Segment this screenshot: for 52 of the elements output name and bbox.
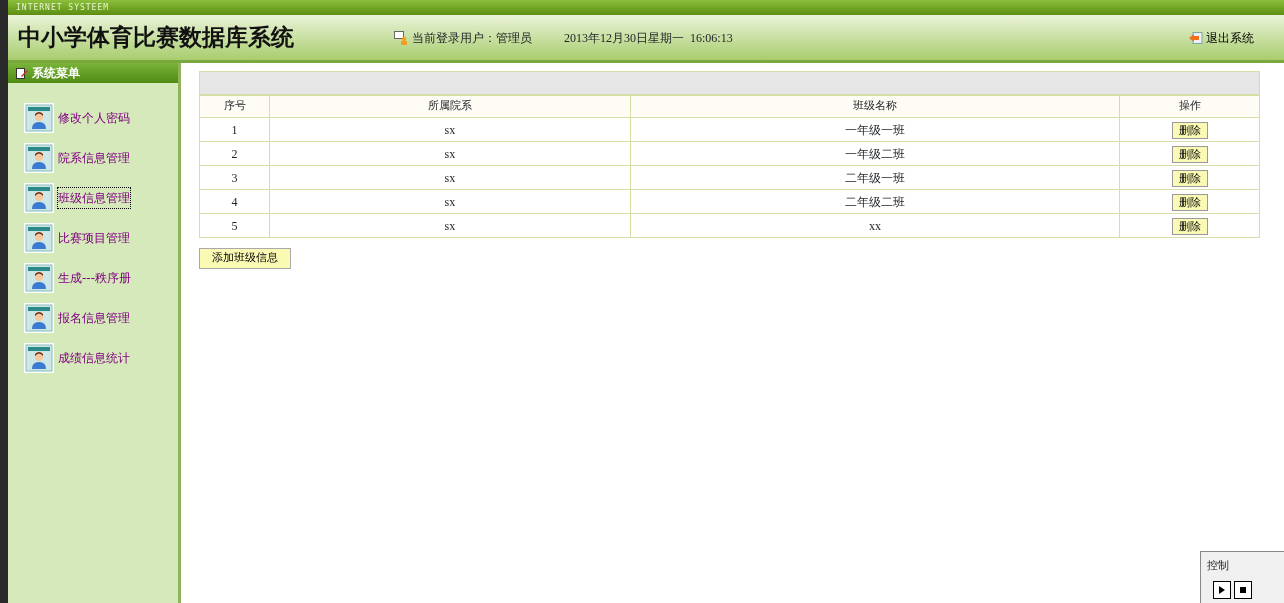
column-header: 所属院系 <box>269 95 631 118</box>
user-card-icon <box>24 143 54 173</box>
stop-icon <box>1239 585 1247 594</box>
logout-link[interactable]: 退出系统 <box>1189 28 1254 47</box>
table-cell: sx <box>269 213 631 238</box>
top-strip-label: INTERNET SYSTEEM <box>8 0 1284 15</box>
sidebar-menu-link[interactable]: 生成---秩序册 <box>24 263 178 293</box>
system-title: 中小学体育比赛数据库系统 <box>18 22 294 53</box>
column-header: 序号 <box>199 95 270 118</box>
delete-button[interactable]: 删除 <box>1171 217 1208 235</box>
user-card-icon <box>24 343 54 373</box>
table-cell: 5 <box>199 213 270 238</box>
current-user-label: 当前登录用户：管理员 <box>412 29 532 47</box>
user-card-icon <box>24 263 54 293</box>
sidebar-menu-link[interactable]: 班级信息管理 <box>24 183 178 213</box>
add-class-button[interactable]: 添加班级信息 <box>199 248 291 269</box>
edit-icon <box>16 67 28 79</box>
table-cell: 2 <box>199 141 270 166</box>
table-cell: 3 <box>199 165 270 190</box>
column-header: 班级名称 <box>630 95 1120 118</box>
user-card-icon <box>24 223 54 253</box>
column-header: 操作 <box>1119 95 1260 118</box>
date-time: 2013年12月30日星期一 16:06:13 <box>564 29 733 47</box>
table-cell: xx <box>630 213 1120 238</box>
delete-button[interactable]: 删除 <box>1171 145 1208 163</box>
sidebar-title: 系统菜单 <box>32 65 80 82</box>
user-card-icon <box>24 103 54 133</box>
sidebar-menu-link[interactable]: 报名信息管理 <box>24 303 178 333</box>
user-icon <box>394 30 408 45</box>
play-button[interactable] <box>1213 580 1231 599</box>
table-cell: 一年级二班 <box>630 141 1120 166</box>
user-card-icon <box>24 303 54 333</box>
play-icon <box>1218 585 1226 594</box>
delete-button[interactable]: 删除 <box>1171 121 1208 139</box>
delete-button[interactable]: 删除 <box>1171 193 1208 211</box>
sidebar-menu-link[interactable]: 成绩信息统计 <box>24 343 178 373</box>
sidebar-menu-link[interactable]: 院系信息管理 <box>24 143 178 173</box>
table-cell: 4 <box>199 189 270 214</box>
table-cell: sx <box>269 141 631 166</box>
sidebar-menu-link[interactable]: 比赛项目管理 <box>24 223 178 253</box>
table-cell: 1 <box>199 117 270 142</box>
table-cell: sx <box>269 189 631 214</box>
delete-button[interactable]: 删除 <box>1171 169 1208 187</box>
table-cell: 二年级一班 <box>630 165 1120 190</box>
user-card-icon <box>24 183 54 213</box>
table-cell: 二年级二班 <box>630 189 1120 214</box>
table-cell: sx <box>269 117 631 142</box>
table-cell: sx <box>269 165 631 190</box>
control-panel-title: 控制 <box>1206 558 1230 574</box>
sidebar-menu-link[interactable]: 修改个人密码 <box>24 103 178 133</box>
stop-button[interactable] <box>1234 580 1252 599</box>
table-cell: 一年级一班 <box>630 117 1120 142</box>
